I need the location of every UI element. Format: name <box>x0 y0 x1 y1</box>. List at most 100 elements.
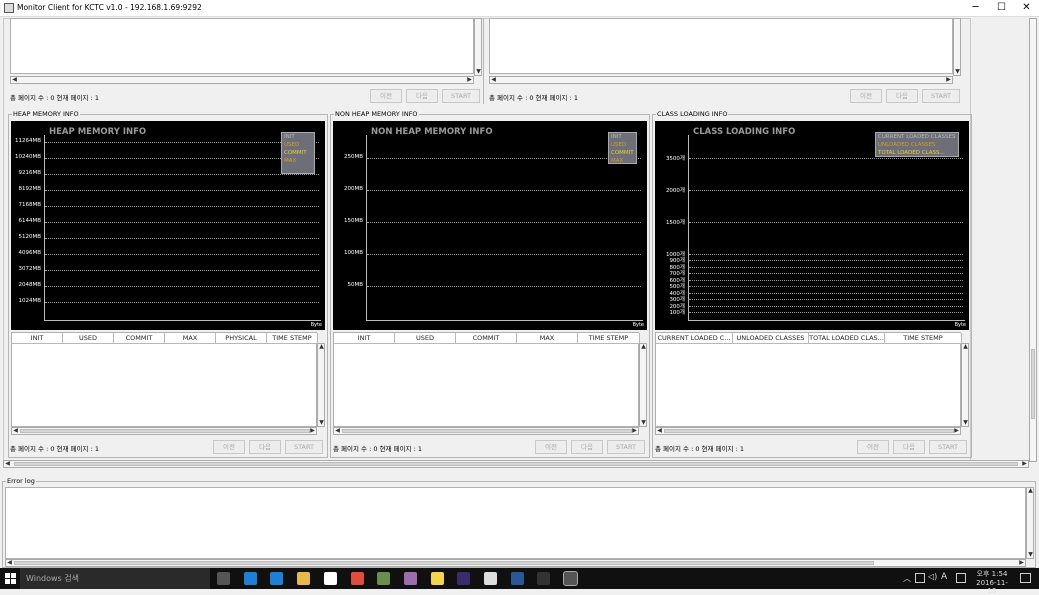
windows-start-icon[interactable] <box>5 573 16 584</box>
col-commit[interactable]: COMMIT <box>456 333 517 344</box>
col-unloaded[interactable]: UNLOADED CLASSES <box>733 333 809 344</box>
ime-indicator[interactable]: A <box>941 572 947 582</box>
gridline <box>45 142 319 143</box>
app-icon[interactable] <box>377 572 391 585</box>
explorer-icon[interactable] <box>297 572 311 585</box>
error-log-hscroll[interactable]: ◀ ▶ <box>5 559 1026 567</box>
error-log-textarea[interactable] <box>5 487 1026 559</box>
col-time-stemp[interactable]: TIME STEMP <box>885 333 962 344</box>
top-right-vscroll[interactable]: ▼ <box>953 18 961 76</box>
y-tick-label: 9216MB <box>18 170 41 176</box>
classload-next-button[interactable]: 다음 <box>893 440 925 454</box>
close-button[interactable]: ✕ <box>1014 0 1039 17</box>
col-total-loaded[interactable]: TOTAL LOADED CLAS... <box>809 333 885 344</box>
clock[interactable]: 오후 1:54 2016-11-19 <box>972 569 1012 595</box>
legend-used: USED <box>284 142 300 148</box>
y-tick-label: 200MB <box>343 186 363 192</box>
cmd-icon[interactable] <box>537 572 551 585</box>
col-init[interactable]: INIT <box>12 333 63 344</box>
nonheap-start-button[interactable]: START <box>607 440 645 454</box>
heap-next-button[interactable]: 다음 <box>249 440 281 454</box>
nonheap-table-hscroll[interactable]: ◀ ▶ <box>333 427 639 435</box>
volume-icon[interactable]: ◁) <box>928 572 937 581</box>
minimize-button[interactable]: ─ <box>963 0 988 17</box>
app-icon <box>4 3 14 13</box>
taskbar-search-box[interactable]: Windows 검색 <box>20 568 210 589</box>
clock-date: 2016-11-19 <box>976 579 1008 595</box>
heap-prev-button[interactable]: 이전 <box>213 440 245 454</box>
taskbar: Windows 검색 ︿ ◁) A 오후 1:54 2016-11-19 <box>0 568 1039 595</box>
top-left-prev-button[interactable]: 이전 <box>370 89 402 103</box>
col-physical[interactable]: PHYSICAL <box>216 333 267 344</box>
nonheap-chart-title: NON HEAP MEMORY INFO <box>371 127 493 137</box>
heap-table-vscroll[interactable]: ▲ ▼ <box>317 343 325 427</box>
classload-prev-button[interactable]: 이전 <box>857 440 889 454</box>
gridline <box>689 312 963 313</box>
classload-start-button[interactable]: START <box>929 440 967 454</box>
legend-total-loaded: TOTAL LOADED CLASS... <box>878 150 945 156</box>
top-left-vscroll[interactable]: ▼ <box>474 18 482 76</box>
legend-used: USED <box>611 142 627 148</box>
tray-up-arrow-icon[interactable]: ︿ <box>903 573 911 584</box>
col-max[interactable]: MAX <box>517 333 578 344</box>
app-icon[interactable] <box>484 572 497 585</box>
heap-start-button[interactable]: START <box>285 440 323 454</box>
gridline <box>689 158 963 159</box>
top-left-start-button[interactable]: START <box>442 89 480 103</box>
maximize-button[interactable]: ☐ <box>989 0 1014 17</box>
legend-current-loaded: CURRENT LOADED CLASSES <box>878 134 956 140</box>
y-tick-label: 250MB <box>343 154 363 160</box>
col-used[interactable]: USED <box>395 333 456 344</box>
java-icon[interactable] <box>563 571 579 586</box>
keyboard-icon[interactable] <box>956 573 966 583</box>
store-icon[interactable] <box>323 572 337 585</box>
gridline <box>45 238 319 239</box>
nonheap-next-button[interactable]: 다음 <box>571 440 603 454</box>
top-left-next-button[interactable]: 다음 <box>406 89 438 103</box>
col-init[interactable]: INIT <box>334 333 395 344</box>
top-left-table <box>10 18 474 74</box>
app-icon[interactable] <box>403 572 417 585</box>
classload-table-vscroll[interactable]: ▲ ▼ <box>961 343 969 427</box>
classload-x-axis <box>688 320 965 321</box>
gridline <box>689 260 963 261</box>
gridline <box>689 299 963 300</box>
col-time-stemp[interactable]: TIME STEMP <box>267 333 318 344</box>
eclipse-icon[interactable] <box>457 572 471 585</box>
col-time-stemp[interactable]: TIME STEMP <box>578 333 640 344</box>
task-view-icon[interactable] <box>217 572 230 585</box>
heap-panel-label: HEAP MEMORY INFO <box>12 110 80 118</box>
col-used[interactable]: USED <box>63 333 114 344</box>
top-right-hscroll[interactable]: ◀ ▶ <box>489 76 953 84</box>
main-hscroll[interactable]: ◀ ▶ <box>3 460 1029 468</box>
col-current-loaded[interactable]: CURRENT LOADED C... <box>656 333 733 344</box>
edge-icon[interactable] <box>243 572 257 585</box>
main-vscroll[interactable] <box>1029 18 1037 462</box>
y-tick-label: 2048MB <box>18 282 41 288</box>
top-right-start-button[interactable]: START <box>922 89 960 103</box>
top-right-prev-button[interactable]: 이전 <box>850 89 882 103</box>
ie-icon[interactable] <box>270 572 284 585</box>
col-commit[interactable]: COMMIT <box>114 333 165 344</box>
heap-table: INIT USED COMMIT MAX PHYSICAL TIME STEMP <box>11 332 318 427</box>
action-center-icon[interactable] <box>1020 573 1031 583</box>
network-icon[interactable] <box>915 573 925 583</box>
nonheap-table-vscroll[interactable]: ▲ ▼ <box>639 343 647 427</box>
sticky-notes-icon[interactable] <box>430 572 444 585</box>
classload-table: CURRENT LOADED C... UNLOADED CLASSES TOT… <box>655 332 962 427</box>
error-log-vscroll[interactable]: ▲ ▼ <box>1026 487 1034 559</box>
chrome-icon[interactable] <box>350 572 364 585</box>
heap-page-status: 총 페이지 수 : 0 현재 페이지 : 1 <box>10 445 99 453</box>
top-right-next-button[interactable]: 다음 <box>886 89 918 103</box>
classload-unit-label: Byte <box>954 322 966 328</box>
y-tick-label: 7168MB <box>18 202 41 208</box>
top-left-hscroll[interactable]: ◀ ▶ <box>10 76 474 84</box>
word-icon[interactable] <box>510 572 524 585</box>
col-max[interactable]: MAX <box>165 333 216 344</box>
nonheap-prev-button[interactable]: 이전 <box>535 440 567 454</box>
taskbar-search-placeholder: Windows 검색 <box>26 574 79 583</box>
classload-table-hscroll[interactable]: ◀ ▶ <box>655 427 961 435</box>
y-tick-label: 50MB <box>347 282 363 288</box>
heap-table-hscroll[interactable]: ◀ ▶ <box>11 427 317 435</box>
top-left-page-status: 총 페이지 수 : 0 현재 페이지 : 1 <box>10 94 99 102</box>
